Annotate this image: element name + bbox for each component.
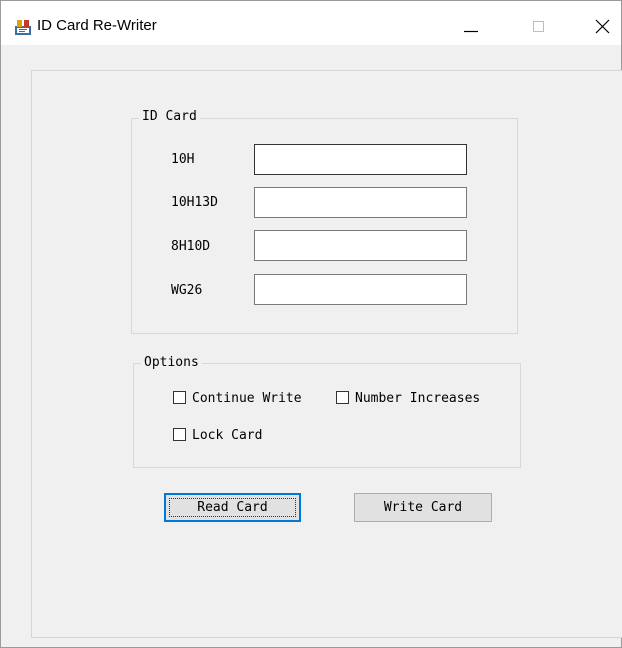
options-group	[133, 363, 521, 468]
lock-card-checkbox[interactable]	[173, 428, 186, 441]
field-label-10h: 10H	[171, 152, 195, 167]
continue-write-checkbox[interactable]	[173, 391, 186, 404]
window-title: ID Card Re-Writer	[37, 17, 157, 34]
field-label-wg26: WG26	[171, 283, 203, 298]
focus-rect	[169, 498, 296, 517]
lock-card-label[interactable]: Lock Card	[192, 428, 262, 443]
minimize-button[interactable]	[447, 1, 493, 45]
number-increases-label[interactable]: Number Increases	[355, 391, 480, 406]
field-wg26-input[interactable]	[254, 274, 467, 305]
continue-write-label[interactable]: Continue Write	[192, 391, 302, 406]
id-card-group-label: ID Card	[139, 109, 200, 124]
minimize-icon	[464, 30, 478, 33]
close-icon	[595, 19, 610, 34]
close-button[interactable]	[577, 1, 622, 45]
field-10h13d-input[interactable]	[254, 187, 467, 218]
title-bar[interactable]: ID Card Re-Writer	[1, 1, 621, 45]
write-card-button[interactable]: Write Card	[354, 493, 492, 522]
field-label-10h13d: 10H13D	[171, 195, 218, 210]
maximize-button[interactable]	[516, 1, 562, 45]
read-card-button[interactable]: Read Card	[164, 493, 301, 522]
field-label-8h10d: 8H10D	[171, 239, 211, 254]
number-increases-checkbox[interactable]	[336, 391, 349, 404]
maximize-icon	[533, 21, 544, 32]
write-card-label: Write Card	[383, 500, 463, 515]
field-10h-input[interactable]	[254, 144, 467, 175]
options-group-label: Options	[141, 355, 202, 370]
app-icon	[15, 20, 31, 35]
field-8h10d-input[interactable]	[254, 230, 467, 261]
